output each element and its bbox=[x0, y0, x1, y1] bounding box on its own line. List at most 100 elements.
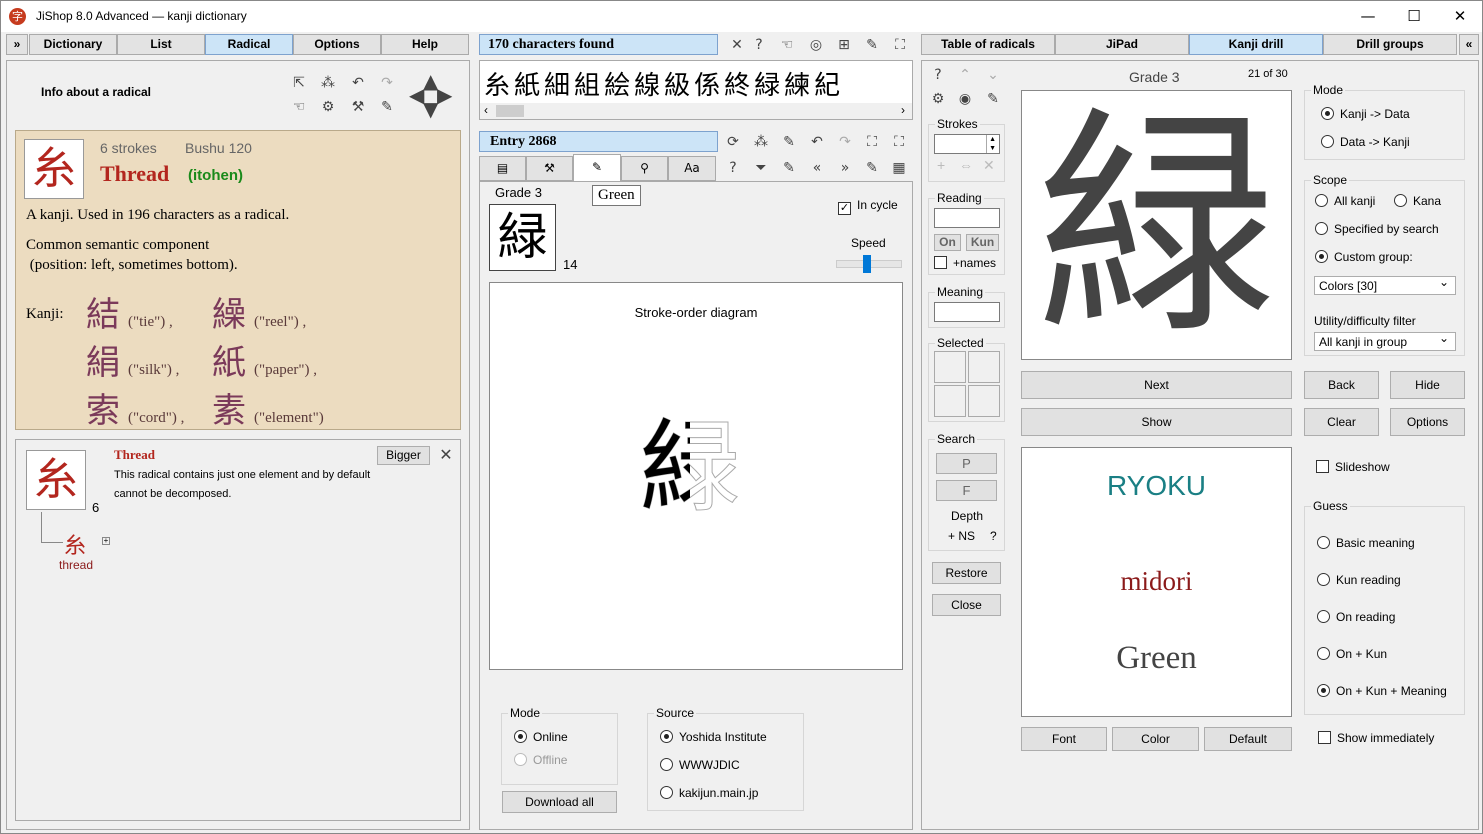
show-immediately-checkbox[interactable]: Show immediately bbox=[1318, 731, 1434, 745]
selected-cell[interactable] bbox=[934, 385, 966, 417]
close-icon[interactable]: ✕ bbox=[727, 35, 747, 55]
prev-icon[interactable]: « bbox=[807, 158, 827, 178]
font-icon[interactable]: Aa bbox=[668, 156, 716, 181]
swap-icon[interactable]: ⇔ bbox=[959, 157, 973, 173]
on-button[interactable]: On bbox=[934, 234, 961, 251]
move-arrows-icon[interactable]: ▲ ◀ ▶ ▼ bbox=[409, 69, 453, 121]
example-kanji[interactable]: 素 bbox=[212, 391, 246, 431]
wrench-icon[interactable]: ⚒ bbox=[526, 156, 573, 181]
clear-icon[interactable]: ✕ bbox=[983, 157, 995, 174]
all-kanji-radio[interactable]: All kanji bbox=[1315, 194, 1375, 208]
custom-group-radio[interactable]: Custom group: bbox=[1315, 250, 1413, 264]
character-item[interactable]: 絵 bbox=[604, 71, 634, 101]
f-button[interactable]: F bbox=[936, 480, 997, 501]
source-radio-wwwjdic[interactable]: WWWJDIC bbox=[660, 758, 740, 772]
options-button[interactable]: Options bbox=[1390, 408, 1465, 436]
example-kanji[interactable]: 結 bbox=[86, 295, 120, 335]
refresh-icon[interactable]: ⟳ bbox=[723, 132, 743, 152]
pin-icon[interactable]: ✎ bbox=[377, 97, 397, 117]
brush-icon[interactable]: ✎ bbox=[573, 154, 621, 181]
close-icon[interactable]: ✕ bbox=[436, 445, 456, 465]
spiral-icon[interactable]: ◎ bbox=[806, 35, 826, 55]
meaning-input[interactable] bbox=[934, 302, 1000, 322]
character-item[interactable]: 緑 bbox=[754, 71, 784, 101]
character-item[interactable]: 紀 bbox=[814, 71, 844, 101]
pin-icon[interactable]: ✎ bbox=[779, 132, 799, 152]
hide-button[interactable]: Hide bbox=[1390, 371, 1465, 399]
down-icon[interactable]: ⌄ bbox=[983, 65, 1003, 85]
guess-kun-radio[interactable]: Kun reading bbox=[1317, 573, 1401, 587]
gear-icon[interactable]: ⚙ bbox=[318, 97, 338, 117]
undo-icon[interactable]: ↶ bbox=[348, 73, 368, 93]
example-kanji[interactable]: 繰 bbox=[212, 295, 246, 335]
search-icon[interactable]: ⚲ bbox=[621, 156, 668, 181]
minimize-button[interactable]: — bbox=[1345, 1, 1391, 32]
offline-radio[interactable]: Offline bbox=[514, 753, 567, 767]
specified-radio[interactable]: Specified by search bbox=[1315, 222, 1439, 236]
collapse-right-button[interactable]: « bbox=[1459, 34, 1479, 55]
child-glyph[interactable]: 糸 bbox=[64, 528, 86, 560]
character-item[interactable]: 細 bbox=[544, 71, 574, 101]
example-kanji[interactable]: 絹 bbox=[86, 343, 120, 383]
color-button[interactable]: Color bbox=[1112, 727, 1199, 751]
help-icon[interactable]: ? bbox=[723, 158, 743, 178]
tab-help[interactable]: Help bbox=[381, 34, 469, 55]
names-checkbox[interactable]: +names bbox=[934, 256, 996, 270]
scrollbar-thumb[interactable] bbox=[496, 105, 524, 117]
help-icon[interactable]: ? bbox=[928, 65, 948, 85]
show-button[interactable]: Show bbox=[1021, 408, 1292, 436]
download-all-button[interactable]: Download all bbox=[502, 791, 617, 813]
next-icon[interactable]: » bbox=[835, 158, 855, 178]
source-radio-kakijun[interactable]: kakijun.main.jp bbox=[660, 786, 758, 800]
collapse-left-button[interactable]: » bbox=[6, 34, 28, 55]
pin-icon[interactable]: ✎ bbox=[862, 158, 882, 178]
character-item[interactable]: 終 bbox=[724, 71, 754, 101]
export-icon[interactable]: ⇱ bbox=[289, 73, 309, 93]
pin-icon[interactable]: ✎ bbox=[862, 35, 882, 55]
restore-button[interactable]: Restore bbox=[932, 562, 1001, 584]
character-item[interactable]: 線 bbox=[634, 71, 664, 101]
expand-icon[interactable]: ⛶ bbox=[862, 132, 882, 152]
grid-icon[interactable]: ▦ bbox=[889, 158, 909, 178]
expand-icon[interactable]: + bbox=[102, 537, 110, 545]
selected-cell[interactable] bbox=[968, 351, 1000, 383]
help-icon[interactable]: ? bbox=[990, 529, 997, 543]
scroll-left-icon[interactable]: ‹ bbox=[484, 103, 488, 117]
scrollbar[interactable]: ‹ › bbox=[480, 103, 912, 119]
wrench-icon[interactable]: ⚒ bbox=[348, 97, 368, 117]
hand-icon[interactable]: ☜ bbox=[289, 97, 309, 117]
help-icon[interactable]: ? bbox=[749, 35, 769, 55]
tab-table-of-radicals[interactable]: Table of radicals bbox=[921, 34, 1055, 55]
next-button[interactable]: Next bbox=[1021, 371, 1292, 399]
filter-select[interactable]: All kanji in group bbox=[1314, 331, 1456, 351]
speed-slider-thumb[interactable] bbox=[863, 255, 871, 273]
kun-button[interactable]: Kun bbox=[966, 234, 999, 251]
tab-list[interactable]: List bbox=[117, 34, 205, 55]
data-to-kanji-radio[interactable]: Data -> Kanji bbox=[1321, 135, 1410, 149]
guess-on-kun-meaning-radio[interactable]: On + Kun + Meaning bbox=[1317, 684, 1447, 698]
character-item[interactable]: 糸 bbox=[484, 71, 514, 101]
source-radio-yoshida[interactable]: Yoshida Institute bbox=[660, 730, 767, 744]
redo-icon[interactable]: ↷ bbox=[835, 132, 855, 152]
guess-on-kun-radio[interactable]: On + Kun bbox=[1317, 647, 1387, 661]
kana-radio[interactable]: Kana bbox=[1394, 194, 1441, 208]
tab-kanji-drill[interactable]: Kanji drill bbox=[1189, 34, 1323, 55]
undo-icon[interactable]: ↶ bbox=[807, 132, 827, 152]
eye-icon[interactable]: ◉ bbox=[955, 89, 975, 109]
pin-icon[interactable]: ✎ bbox=[983, 89, 1003, 109]
close-button[interactable]: ✕ bbox=[1437, 1, 1483, 32]
selected-cell[interactable] bbox=[934, 351, 966, 383]
gear-icon[interactable]: ⚙ bbox=[928, 89, 948, 109]
reading-input[interactable] bbox=[934, 208, 1000, 228]
network-icon[interactable]: ⁂ bbox=[318, 73, 338, 93]
guess-on-radio[interactable]: On reading bbox=[1317, 610, 1395, 624]
in-cycle-checkbox[interactable]: ✓ In cycle bbox=[838, 198, 898, 215]
character-item[interactable]: 練 bbox=[784, 71, 814, 101]
up-icon[interactable]: ⌃ bbox=[955, 65, 975, 85]
guess-basic-meaning-radio[interactable]: Basic meaning bbox=[1317, 536, 1415, 550]
clear-button[interactable]: Clear bbox=[1304, 408, 1379, 436]
tab-jipad[interactable]: JiPad bbox=[1055, 34, 1189, 55]
fullscreen-icon[interactable]: ⛶ bbox=[889, 132, 909, 152]
close-search-button[interactable]: Close bbox=[932, 594, 1001, 616]
example-kanji[interactable]: 紙 bbox=[212, 343, 246, 383]
